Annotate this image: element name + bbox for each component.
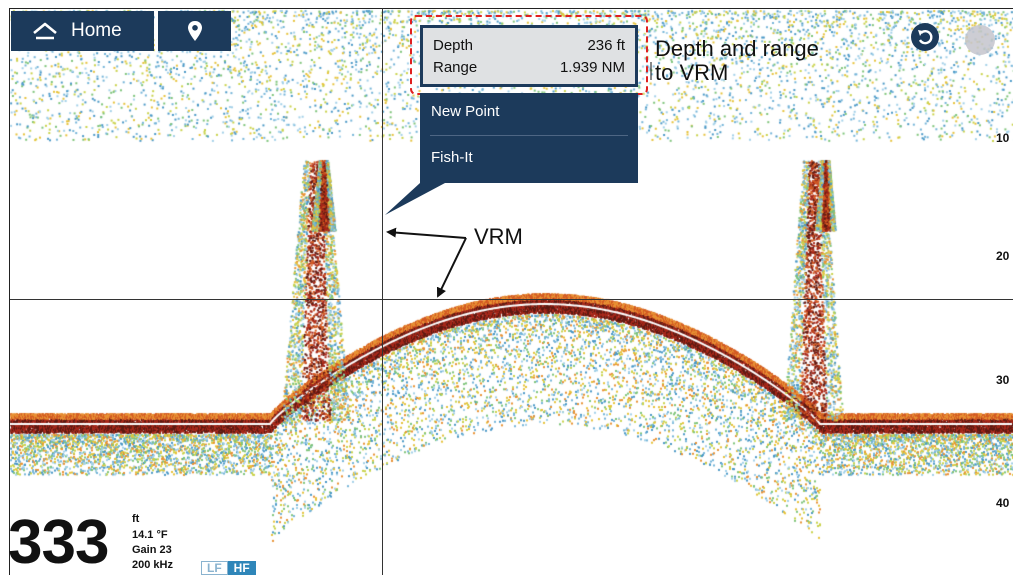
- menu-item-fish-it[interactable]: Fish-It: [431, 149, 473, 166]
- undo-icon: [918, 30, 933, 45]
- depth-scale-40: 40: [996, 496, 1010, 510]
- depth-scale-20: 20: [996, 249, 1010, 263]
- frequency-toggle[interactable]: LF HF: [201, 561, 256, 575]
- home-icon: [33, 22, 57, 40]
- depth-label: Depth: [433, 37, 474, 54]
- context-menu: New Point Fish-It: [420, 93, 638, 183]
- vrm-depth-range-box: Depth 236 ft Range 1.939 NM: [420, 25, 638, 87]
- vrm-callout: VRM: [474, 224, 523, 249]
- lf-button[interactable]: LF: [201, 561, 228, 575]
- menu-divider: [430, 135, 628, 136]
- gear-icon[interactable]: [965, 25, 995, 55]
- depth-value: 236 ft: [587, 37, 625, 54]
- callout-line-1: Depth and range: [655, 36, 819, 61]
- depth-range-callout: Depth and range to VRM: [655, 37, 819, 85]
- vrm-vertical-line[interactable]: [382, 8, 383, 575]
- frame-left-border: [9, 8, 10, 575]
- range-label: Range: [433, 59, 478, 76]
- depth-unit: ft: [132, 513, 140, 525]
- map-pin-icon: [187, 21, 202, 41]
- undo-button[interactable]: [911, 23, 939, 51]
- context-menu-pointer: [385, 183, 445, 215]
- depth-scale-10: 10: [996, 131, 1010, 145]
- depth-readout: 333: [8, 508, 109, 577]
- callout-line-2: to VRM: [655, 60, 729, 85]
- frame-top-border: [9, 8, 1013, 9]
- gain-value: Gain 23: [132, 544, 172, 556]
- home-label: Home: [71, 20, 122, 41]
- vrm-horizontal-line[interactable]: [10, 299, 1013, 300]
- range-value: 1.939 NM: [559, 59, 625, 76]
- water-temperature: 14.1 °F: [132, 529, 168, 541]
- menu-item-new-point[interactable]: New Point: [431, 103, 499, 120]
- waypoint-button[interactable]: [158, 11, 231, 51]
- frequency-value: 200 kHz: [132, 559, 173, 571]
- home-button[interactable]: Home: [11, 11, 154, 51]
- hf-button[interactable]: HF: [227, 561, 256, 575]
- depth-scale-30: 30: [996, 373, 1010, 387]
